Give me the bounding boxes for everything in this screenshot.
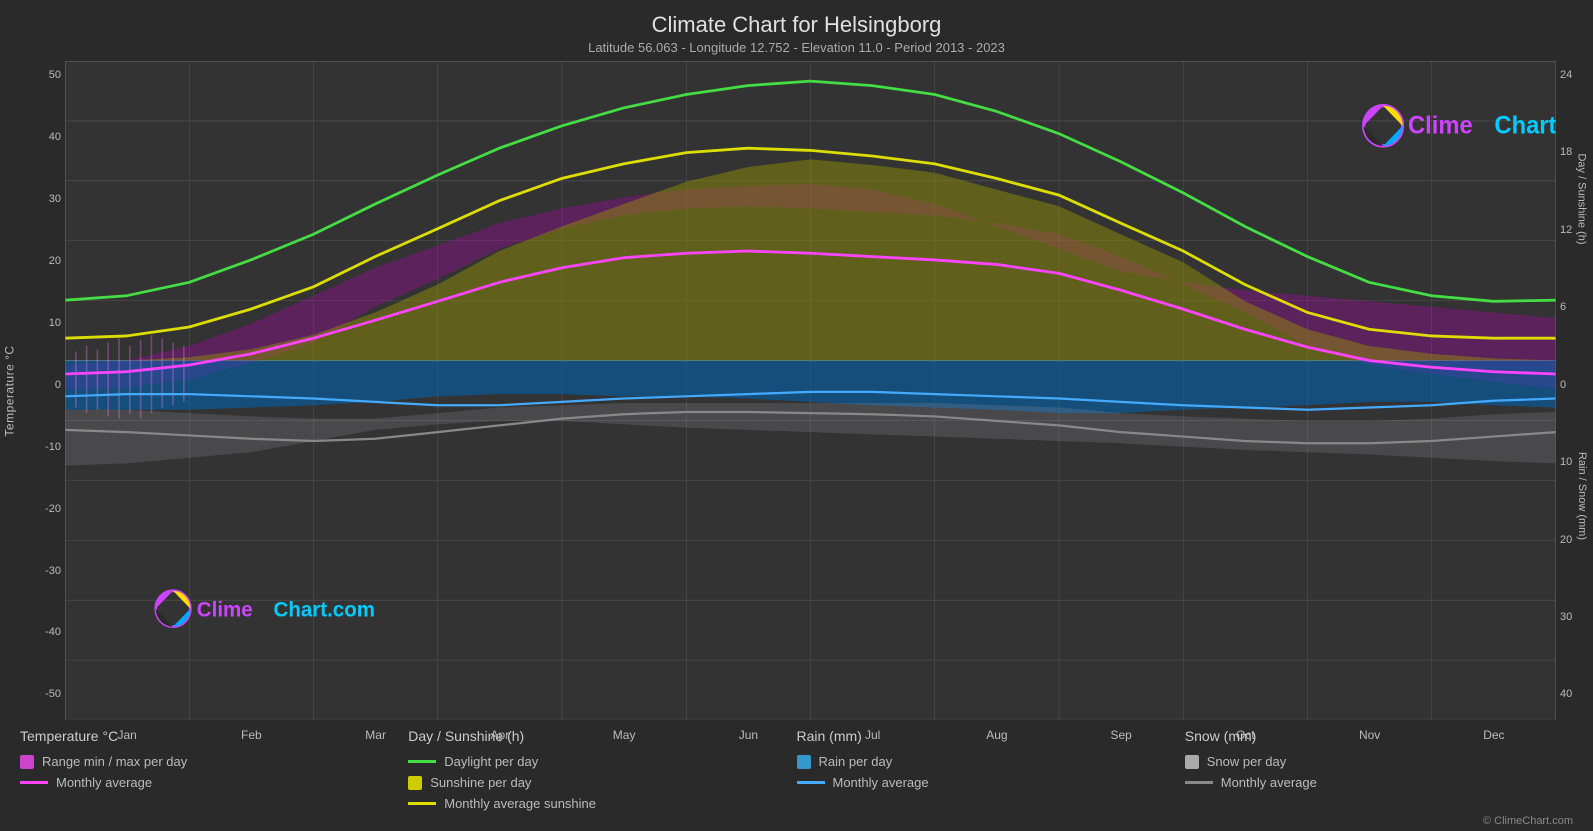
legend-box-rain (797, 755, 811, 769)
legend-item-sunshine-box: Sunshine per day (408, 775, 796, 790)
x-label-nov: Nov (1308, 728, 1432, 742)
x-label-may: May (562, 728, 686, 742)
legend-line-monthly-avg-temp (20, 781, 48, 784)
legend-line-daylight (408, 760, 436, 763)
chart-subtitle: Latitude 56.063 - Longitude 12.752 - Ele… (0, 40, 1593, 55)
svg-text:Clime: Clime (1408, 112, 1473, 139)
y-left-m40: -40 (45, 626, 61, 638)
y-left-20: 20 (49, 255, 61, 267)
y-left-m50: -50 (45, 688, 61, 700)
svg-text:Clime: Clime (197, 598, 253, 621)
y-left-50: 50 (49, 69, 61, 81)
y-left-10: 10 (49, 317, 61, 329)
legend-line-avg-sunshine (408, 802, 436, 805)
legend-box-range (20, 755, 34, 769)
legend-line-monthly-avg-rain (797, 781, 825, 784)
legend-item-avg-sunshine: Monthly average sunshine (408, 796, 796, 811)
y-left-30: 30 (49, 193, 61, 205)
legend-box-snow (1185, 755, 1199, 769)
legend-label-monthly-avg-rain: Monthly average (833, 775, 929, 790)
legend-item-monthly-avg-temp: Monthly average (20, 775, 408, 790)
y-left-m20: -20 (45, 503, 61, 515)
legend-item-range: Range min / max per day (20, 754, 408, 769)
legend-line-monthly-avg-snow (1185, 781, 1213, 784)
legend-item-snow-box: Snow per day (1185, 754, 1573, 769)
y-right-6: 6 (1560, 301, 1566, 313)
legend-label-snow: Snow per day (1207, 754, 1287, 769)
legend-item-rain-box: Rain per day (797, 754, 1185, 769)
legend-label-rain: Rain per day (819, 754, 893, 769)
right-axis-title-bottom: Rain / Snow (mm) (1576, 452, 1588, 540)
chart-header: Climate Chart for Helsingborg Latitude 5… (0, 0, 1593, 59)
left-axis-title: Temperature °C (3, 345, 17, 436)
chart-title: Climate Chart for Helsingborg (0, 12, 1593, 38)
x-label-sep: Sep (1059, 728, 1183, 742)
svg-text:Chart.com: Chart.com (274, 598, 375, 621)
legend-label-range: Range min / max per day (42, 754, 187, 769)
copyright: © ClimeChart.com (0, 815, 1593, 831)
x-label-aug: Aug (935, 728, 1059, 742)
y-left-0: 0 (55, 379, 61, 391)
legend-label-monthly-avg-snow: Monthly average (1221, 775, 1317, 790)
y-left-m10: -10 (45, 441, 61, 453)
x-label-jul: Jul (811, 728, 935, 742)
legend-item-monthly-avg-snow: Monthly average (1185, 775, 1573, 790)
legend-label-daylight: Daylight per day (444, 754, 538, 769)
legend-item-monthly-avg-rain: Monthly average (797, 775, 1185, 790)
right-axis-title-top: Day / Sunshine (h) (1576, 153, 1588, 244)
chart-container: Climate Chart for Helsingborg Latitude 5… (0, 0, 1593, 825)
chart-svg: Clime Chart.com Clime Chart.com (65, 61, 1556, 720)
svg-text:Chart.com: Chart.com (1494, 112, 1556, 139)
y-left-m30: -30 (45, 565, 61, 577)
y-left-40: 40 (49, 131, 61, 143)
x-label-apr: Apr (438, 728, 562, 742)
legend-label-monthly-avg-temp: Monthly average (56, 775, 152, 790)
y-right-0: 0 (1560, 379, 1566, 391)
legend-item-daylight: Daylight per day (408, 754, 796, 769)
x-label-mar: Mar (314, 728, 438, 742)
x-label-jan: Jan (65, 728, 189, 742)
x-label-oct: Oct (1183, 728, 1307, 742)
legend-box-sunshine (408, 776, 422, 790)
x-label-dec: Dec (1432, 728, 1556, 742)
x-label-feb: Feb (189, 728, 313, 742)
x-label-jun: Jun (686, 728, 810, 742)
legend-label-sunshine: Sunshine per day (430, 775, 531, 790)
legend-label-avg-sunshine: Monthly average sunshine (444, 796, 596, 811)
